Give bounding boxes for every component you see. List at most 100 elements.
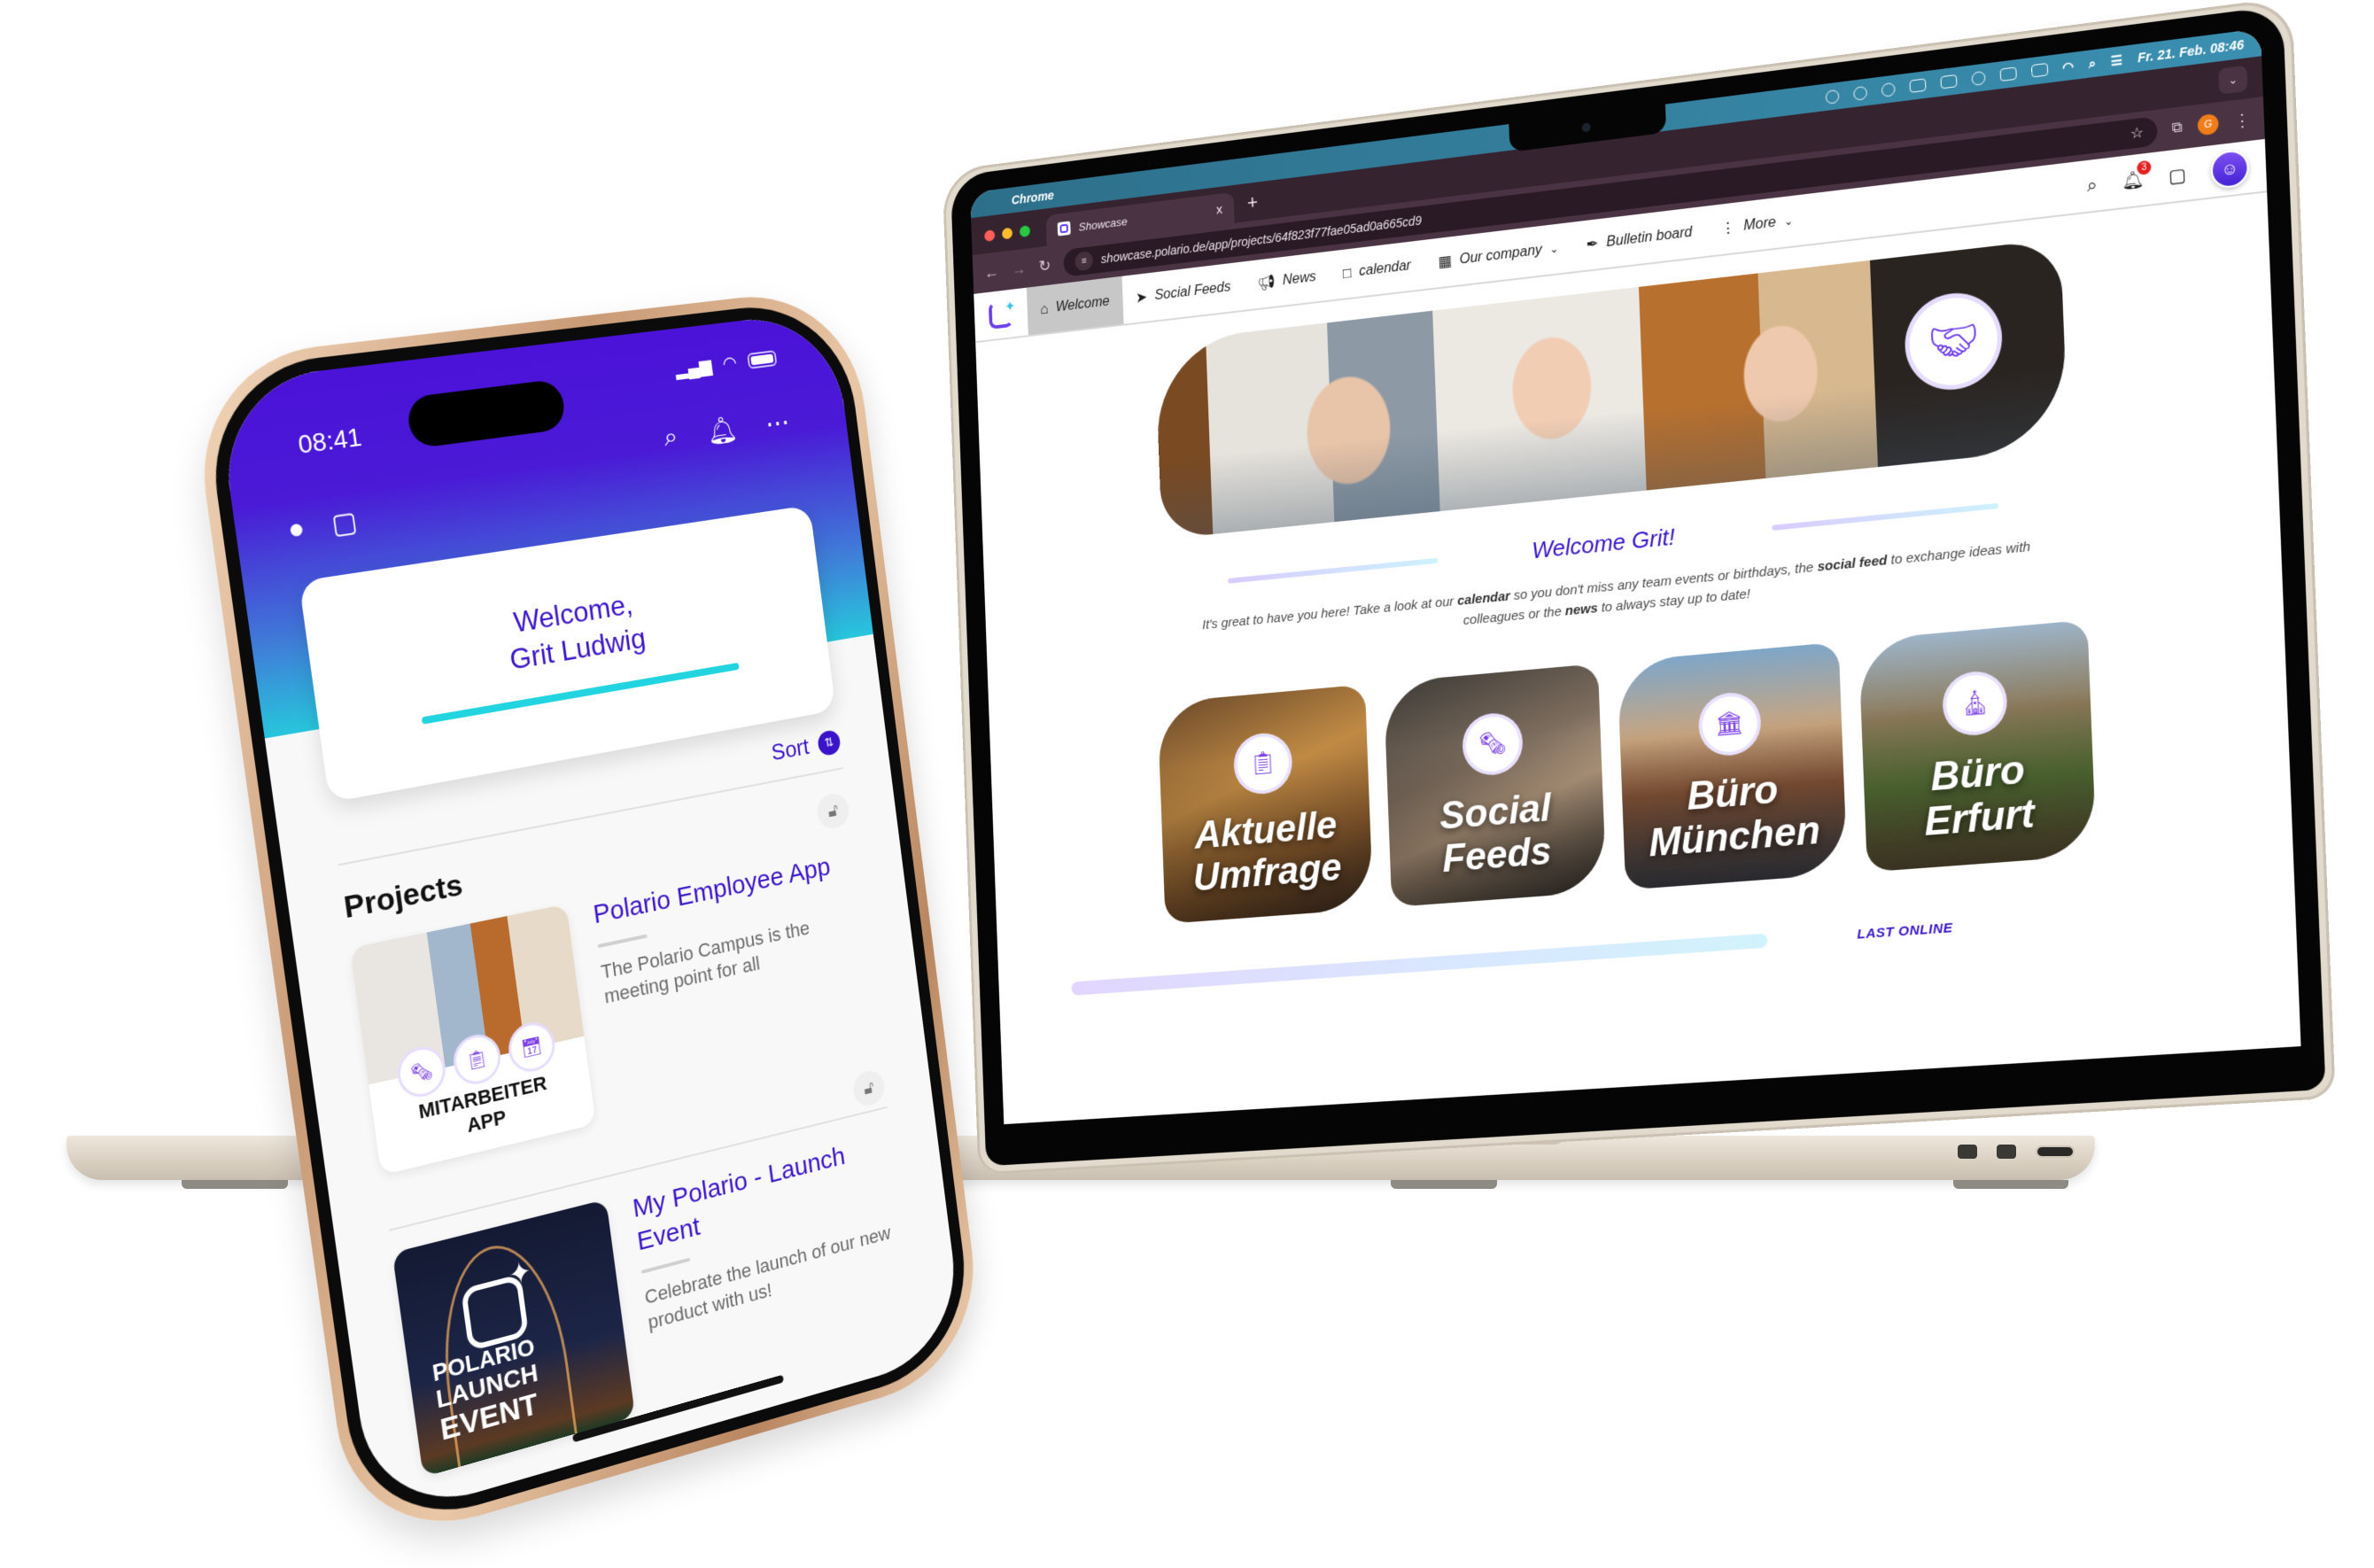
control-center-icon[interactable]: ☰ <box>2111 52 2123 69</box>
news-feed-icon: 🗞︎ <box>397 1045 446 1098</box>
polario-favicon-icon <box>1057 221 1071 237</box>
laptop-foot <box>1391 1180 1497 1189</box>
unlock-icon[interactable]: 🔓︎ <box>815 790 851 832</box>
nav-label: Social Feeds <box>1154 279 1231 304</box>
battery-icon <box>747 349 778 369</box>
magsafe-port <box>2036 1145 2075 1158</box>
project-thumbnail: 🗞︎ 📋︎ 📅︎ MITARBEITER APP <box>349 904 596 1176</box>
calendar-icon: □ <box>1342 264 1353 283</box>
project-info: Polario Employee App The Polario Campus … <box>592 845 867 1010</box>
security-shield-icon[interactable] <box>1881 82 1896 97</box>
notifications-button[interactable]: 🔔︎ 3 <box>2122 159 2152 193</box>
divider <box>640 1257 691 1274</box>
home-icon: ⌂ <box>1040 300 1050 318</box>
nav-label: Bulletin board <box>1606 224 1693 251</box>
search-icon[interactable]: ⌕ <box>2086 175 2098 197</box>
decorative-line <box>1772 502 1999 531</box>
thunderbolt-port <box>1997 1145 2016 1159</box>
tile-label: Social Feeds <box>1439 785 1553 881</box>
back-arrow-icon[interactable]: ← <box>984 262 999 282</box>
calendar-link[interactable]: calendar <box>1457 589 1510 609</box>
battery-icon[interactable] <box>2030 62 2048 78</box>
sparkle-icon: ✦ <box>506 1254 534 1292</box>
nav-label: Our company <box>1459 242 1543 268</box>
tab-search-chevron-icon[interactable]: ⌄ <box>2218 65 2248 95</box>
welcome-title: Welcome Grit! <box>1531 523 1676 564</box>
bookmark-star-icon[interactable]: ☆ <box>2130 123 2144 143</box>
intro-text-segment: It's great to have you here! Take a look… <box>1201 594 1458 633</box>
sparkle-icon: ✦ <box>1004 299 1016 315</box>
thunderbolt-port <box>1958 1145 1977 1159</box>
nav-label: Welcome <box>1055 293 1110 315</box>
phone: 08:41 ▂▄▆ ◠ ⌕ 🔔︎ ⋯ ● ▢ Welcome, Grit Lud… <box>187 284 987 1553</box>
keyboard-icon[interactable] <box>1999 66 2017 82</box>
apple-icon[interactable]:  <box>985 195 995 210</box>
nav-label: calendar <box>1358 258 1412 279</box>
paper-plane-icon: ➤ <box>1135 288 1148 307</box>
cloud-sync-icon[interactable] <box>1852 85 1867 101</box>
maximize-window-button[interactable] <box>1019 225 1031 238</box>
site-settings-icon[interactable]: ≡ <box>1075 250 1094 272</box>
tile-label: Aktuelle Umfrage <box>1192 803 1343 900</box>
browser-profile-avatar[interactable]: G <box>2197 113 2219 136</box>
nav-item-calendar[interactable]: □ calendar <box>1329 240 1425 300</box>
chevron-down-icon: ⌄ <box>1549 242 1559 256</box>
project-thumbnail: ✦ POLARIO LAUNCH EVENT <box>392 1199 636 1478</box>
tile-buero-muenchen[interactable]: 🏛︎ Büro München <box>1617 641 1848 890</box>
cellular-signal-icon: ▂▄▆ <box>674 356 713 381</box>
tile-social-feeds[interactable]: 🗞︎ Social Feeds <box>1383 663 1607 907</box>
teams-icon[interactable] <box>1939 74 1958 89</box>
decorative-gradient-bar <box>1071 933 1768 996</box>
bell-icon[interactable]: 🔔︎ <box>705 414 740 448</box>
quick-link-tiles: 📋︎ Aktuelle Umfrage 🗞︎ Social Feeds 🏛︎ Bür… <box>1037 607 2236 932</box>
social-feed-link[interactable]: social feed <box>1817 553 1888 575</box>
tile-aktuelle-umfrage[interactable]: 📋︎ Aktuelle Umfrage <box>1157 684 1374 924</box>
header-actions: ⌕ 🔔︎ ⋯ <box>662 407 791 454</box>
user-avatar[interactable]: ☺ <box>2210 148 2250 190</box>
forward-arrow-icon[interactable]: → <box>1011 260 1026 279</box>
divider <box>597 933 648 948</box>
minimize-window-button[interactable] <box>1001 227 1013 240</box>
news-link[interactable]: news <box>1565 601 1598 618</box>
buildings-icon: ▦ <box>1438 252 1453 271</box>
close-tab-icon[interactable]: x <box>1216 202 1223 217</box>
checkmark-circle-icon[interactable] <box>1970 70 1986 86</box>
unlock-icon[interactable]: 🔓︎ <box>851 1067 887 1109</box>
tile-label: Büro München <box>1648 767 1821 866</box>
chevron-down-icon: ⌄ <box>1783 214 1794 229</box>
laptop-screen:  Chrome ◠ ⌕ ☰ Fr. 21. Feb. 08:46 <box>970 28 2301 1125</box>
profile-icon[interactable]: ● <box>286 513 307 547</box>
nav-label: More <box>1742 214 1777 234</box>
chat-icon[interactable]: ▢ <box>2168 163 2187 188</box>
more-vertical-icon: ⋮ <box>1719 218 1736 237</box>
tab-title: Showcase <box>1078 213 1128 234</box>
tile-buero-erfurt[interactable]: ⛪︎ Büro Erfurt <box>1858 619 2097 872</box>
spotlight-search-icon[interactable]: ⌕ <box>2088 55 2096 72</box>
tile-label: Büro Erfurt <box>1923 747 2036 844</box>
header-left-actions: ● ▢ <box>286 506 360 548</box>
tray-app-icon[interactable] <box>1825 89 1839 105</box>
close-window-button[interactable] <box>984 229 996 242</box>
calendar-icon: 📅︎ <box>508 1021 555 1074</box>
chat-icon[interactable]: ▢ <box>330 506 360 541</box>
new-tab-button[interactable]: + <box>1246 190 1258 214</box>
extensions-puzzle-icon[interactable]: ⧉ <box>2171 120 2183 137</box>
laptop-foot <box>1953 1180 2068 1189</box>
more-horizontal-icon[interactable]: ⋯ <box>764 407 791 440</box>
laptop:  Chrome ◠ ⌕ ☰ Fr. 21. Feb. 08:46 <box>942 0 2336 1176</box>
browser-menu-icon[interactable]: ⋮ <box>2233 110 2251 131</box>
megaphone-icon: 📢︎ <box>1256 273 1276 292</box>
wifi-icon[interactable]: ◠ <box>2062 58 2074 75</box>
wifi-icon: ◠ <box>721 353 739 375</box>
outlook-icon[interactable] <box>1909 78 1927 93</box>
reload-icon[interactable]: ↻ <box>1038 256 1051 276</box>
decorative-line <box>1227 557 1438 584</box>
polario-logo[interactable]: ✦ <box>974 288 1028 341</box>
menubar-app-name[interactable]: Chrome <box>1012 188 1055 206</box>
nav-item-news[interactable]: 📢︎ News <box>1243 252 1331 310</box>
search-icon[interactable]: ⌕ <box>662 422 679 454</box>
notification-badge: 3 <box>2137 159 2152 176</box>
nav-item-welcome[interactable]: ⌂ Welcome <box>1026 276 1124 336</box>
clipboard-icon: 📋︎ <box>453 1033 501 1086</box>
laptop-bezel:  Chrome ◠ ⌕ ☰ Fr. 21. Feb. 08:46 <box>950 4 2326 1167</box>
